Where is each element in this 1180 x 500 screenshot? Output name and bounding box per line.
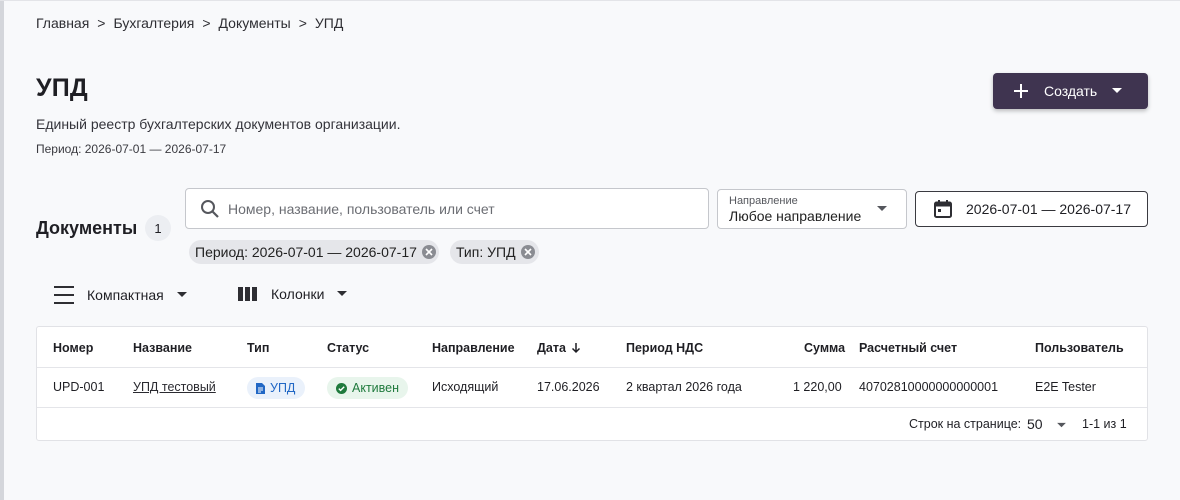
cell-amount: 1 220,00 <box>793 380 842 394</box>
columns-icon <box>238 285 258 303</box>
rows-per-page-select[interactable]: 50 <box>1027 416 1043 432</box>
column-header-date[interactable]: Дата <box>537 341 581 355</box>
breadcrumb-current: УПД <box>314 15 344 31</box>
direction-select-caption: Направление <box>729 195 798 207</box>
window-top-edge <box>0 0 1180 1</box>
density-toggle[interactable]: Компактная <box>54 285 188 305</box>
documents-table: Номер Название Тип Статус Направление Да… <box>36 326 1148 441</box>
column-header-user[interactable]: Пользователь <box>1035 341 1124 355</box>
cell-direction: Исходящий <box>432 380 499 394</box>
search-field[interactable] <box>185 188 709 229</box>
plus-icon <box>1011 83 1031 99</box>
columns-label: Колонки <box>271 286 325 302</box>
date-range-button[interactable]: 2026-07-01 — 2026-07-17 <box>915 191 1148 227</box>
column-header-amount[interactable]: Сумма <box>804 341 845 355</box>
window-left-edge <box>0 0 4 500</box>
documents-count-badge: 1 <box>145 215 171 241</box>
chevron-down-icon <box>336 290 348 298</box>
filter-chip-type: Тип: УПД <box>450 240 539 264</box>
column-header-date-label: Дата <box>537 341 566 355</box>
breadcrumb: Главная > Бухгалтерия > Документы > УПД <box>36 15 343 31</box>
column-header-vat-period[interactable]: Период НДС <box>626 341 703 355</box>
column-header-direction[interactable]: Направление <box>432 341 515 355</box>
create-button-label: Создать <box>1044 83 1098 99</box>
filter-chip-label: Тип: УПД <box>456 244 516 260</box>
breadcrumb-separator: > <box>298 15 307 31</box>
cell-user: E2E Tester <box>1035 380 1096 394</box>
chevron-down-icon <box>876 205 888 213</box>
breadcrumb-documents[interactable]: Документы <box>219 15 291 31</box>
period-label: Период: 2026-07-01 — 2026-07-17 <box>36 142 227 156</box>
close-icon[interactable] <box>520 244 536 260</box>
column-header-account[interactable]: Расчетный счет <box>859 341 957 355</box>
footer-divider <box>37 407 1147 408</box>
columns-toggle[interactable]: Колонки <box>238 285 348 303</box>
close-icon[interactable] <box>421 244 437 260</box>
density-icon <box>54 285 74 305</box>
breadcrumb-separator: > <box>202 15 211 31</box>
cell-date: 17.06.2026 <box>537 380 600 394</box>
status-badge-label: Активен <box>352 381 400 395</box>
filter-chip-period: Период: 2026-07-01 — 2026-07-17 <box>189 240 439 264</box>
pagination-range: 1-1 из 1 <box>1082 417 1127 431</box>
page-subtitle: Единый реестр бухгалтерских документов о… <box>36 116 401 132</box>
chevron-down-icon <box>1111 87 1123 95</box>
header-divider <box>37 367 1147 368</box>
search-icon <box>200 199 220 219</box>
direction-select[interactable]: Направление Любое направление <box>717 189 907 229</box>
column-header-number[interactable]: Номер <box>53 341 93 355</box>
filter-chip-label: Период: 2026-07-01 — 2026-07-17 <box>195 244 417 260</box>
cell-number: UPD-001 <box>53 380 105 394</box>
breadcrumb-home[interactable]: Главная <box>36 15 89 31</box>
page-title: УПД <box>36 74 88 102</box>
sort-arrow-down-icon <box>571 342 581 354</box>
create-button[interactable]: Создать <box>993 73 1148 109</box>
column-header-status[interactable]: Статус <box>327 341 369 355</box>
documents-heading: Документы <box>36 218 138 238</box>
density-label: Компактная <box>87 287 164 303</box>
type-badge-label: УПД <box>270 381 296 395</box>
cell-vat-period: 2 квартал 2026 года <box>626 380 742 394</box>
column-header-type[interactable]: Тип <box>247 341 269 355</box>
cell-account: 40702810000000000001 <box>859 380 999 394</box>
search-input[interactable] <box>228 200 688 217</box>
date-range-value: 2026-07-01 — 2026-07-17 <box>966 201 1132 217</box>
column-header-name[interactable]: Название <box>133 341 192 355</box>
direction-select-value: Любое направление <box>729 208 862 224</box>
breadcrumb-separator: > <box>97 15 106 31</box>
breadcrumb-accounting[interactable]: Бухгалтерия <box>113 15 194 31</box>
calendar-icon <box>933 199 953 219</box>
chevron-down-icon[interactable] <box>1056 422 1067 429</box>
check-circle-icon <box>336 382 347 394</box>
chevron-down-icon <box>176 291 188 299</box>
document-icon <box>256 382 265 394</box>
status-badge: Активен <box>327 377 409 399</box>
rows-per-page-label: Строк на странице: <box>909 417 1022 431</box>
type-badge: УПД <box>247 377 306 399</box>
cell-name-link[interactable]: УПД тестовый <box>133 380 216 394</box>
